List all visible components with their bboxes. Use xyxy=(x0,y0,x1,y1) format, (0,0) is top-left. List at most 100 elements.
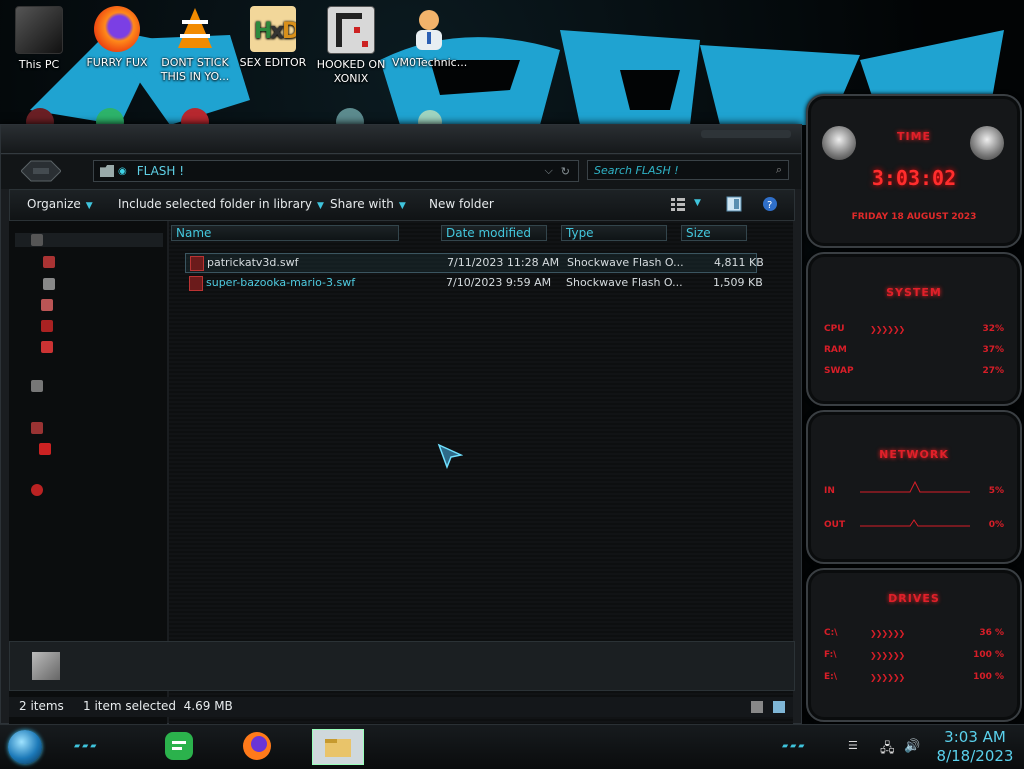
gadget-row-drive-e: E:\ ❯❯❯❯❯❯ 100 % xyxy=(824,672,1004,682)
file-date: 7/10/2023 9:59 AM xyxy=(446,276,552,289)
taskbar-clock[interactable]: 3:03 AM 8/18/2023 xyxy=(930,728,1020,766)
vlc-icon xyxy=(172,6,218,52)
share-with-button[interactable]: Share with ▼ xyxy=(330,197,406,211)
gadget-title: NETWORK xyxy=(879,448,949,461)
chevron-down-icon[interactable]: ▼ xyxy=(694,198,710,214)
organize-label: Organize xyxy=(27,197,81,211)
window-titlebar[interactable] xyxy=(1,125,801,154)
include-library-label: Include selected folder in library xyxy=(118,197,312,211)
drive-bar: ❯❯❯❯❯❯ xyxy=(870,651,905,660)
time-gadget[interactable]: TIME 3:03:02 FRIDAY 18 AUGUST 2023 xyxy=(806,94,1022,248)
new-folder-button[interactable]: New folder xyxy=(429,197,494,211)
folder-icon xyxy=(43,256,55,268)
row-label: IN xyxy=(824,486,835,496)
network-tray-icon[interactable]: 🖧 xyxy=(880,739,895,761)
folder-icon xyxy=(100,165,114,177)
file-date: 7/11/2023 11:28 AM xyxy=(447,256,560,269)
row-label: OUT xyxy=(824,520,846,530)
help-icon[interactable]: ? xyxy=(762,196,778,212)
gadget-row-drive-f: F:\ ❯❯❯❯❯❯ 100 % xyxy=(824,650,1004,660)
address-path[interactable]: FLASH ! xyxy=(137,164,545,178)
desktop-icon-firefox[interactable]: FURRY FUX xyxy=(80,4,154,70)
file-explorer-window: ◉ FLASH ! ⌵ ↻ Search FLASH ! ⌕ Organize ▼… xyxy=(0,124,802,733)
column-header-size[interactable]: Size xyxy=(681,225,747,241)
navigation-row: ◉ FLASH ! ⌵ ↻ Search FLASH ! ⌕ xyxy=(1,155,801,189)
alien-logo-icon xyxy=(822,126,856,160)
address-bar[interactable]: ◉ FLASH ! ⌵ ↻ xyxy=(93,160,579,182)
start-orb-button[interactable] xyxy=(8,730,42,764)
row-value: 100 % xyxy=(973,650,1004,660)
desktop-icon-hxd[interactable]: HxD SEX EDITOR xyxy=(236,4,310,70)
status-bar: 2 items 1 item selected 4.69 MB xyxy=(9,697,793,717)
system-gadget[interactable]: SYSTEM CPU ❯❯❯❯❯❯ 32% RAM 37% SWAP 27% xyxy=(806,252,1022,406)
organize-button[interactable]: Organize ▼ xyxy=(27,197,93,211)
large-icons-view-icon[interactable] xyxy=(773,701,785,713)
file-row[interactable]: patrickatv3d.swf 7/11/2023 11:28 AM Shoc… xyxy=(185,253,764,273)
network-gadget[interactable]: NETWORK IN 5% OUT 0% xyxy=(806,410,1022,564)
file-size: 4,811 KB xyxy=(714,256,764,269)
chevron-down-icon[interactable]: ⌵ xyxy=(544,164,552,178)
desktop-icon-label: DONT STICK THIS IN YO... xyxy=(160,56,230,83)
folder-icon xyxy=(43,278,55,290)
desktop-icon-vlc[interactable]: DONT STICK THIS IN YO... xyxy=(158,4,232,84)
row-label: C:\ xyxy=(824,628,838,638)
drive-bar: ❯❯❯❯❯❯ xyxy=(870,673,905,682)
cpu-bar: ❯❯❯❯❯❯ xyxy=(870,325,905,334)
file-type: Shockwave Flash O... xyxy=(567,256,684,269)
preview-pane-icon[interactable] xyxy=(726,196,742,212)
alien-logo-icon xyxy=(970,126,1004,160)
column-header-name[interactable]: Name xyxy=(171,225,399,241)
firefox-icon[interactable] xyxy=(240,729,274,763)
desktop-icon-this-pc[interactable]: This PC xyxy=(2,4,76,72)
desktop-icon-label: FURRY FUX xyxy=(86,56,148,69)
desktop-icon-label: VM0Technic... xyxy=(392,56,468,69)
volume-icon[interactable]: 🔊 xyxy=(904,739,920,754)
row-label: RAM xyxy=(824,345,847,355)
gadget-row-in: IN 5% xyxy=(824,480,1004,496)
refresh-icon[interactable]: ↻ xyxy=(561,165,570,178)
details-pane xyxy=(9,641,795,691)
desktop-icon-label: HOOKED ON XONIX xyxy=(316,58,386,85)
desktop-icon-xonix[interactable]: HOOKED ON XONIX xyxy=(314,4,388,86)
include-in-library-button[interactable]: Include selected folder in library ▼ xyxy=(118,197,324,211)
search-icon[interactable]: ⌕ xyxy=(776,163,782,177)
column-header-type[interactable]: Type xyxy=(561,225,667,241)
row-value: 0% xyxy=(988,520,1004,530)
gadget-row-drive-c: C:\ ❯❯❯❯❯❯ 36 % xyxy=(824,628,1004,638)
details-view-icon[interactable] xyxy=(751,701,763,713)
this-pc-icon xyxy=(15,6,63,54)
drives-gadget[interactable]: DRIVES C:\ ❯❯❯❯❯❯ 36 % F:\ ❯❯❯❯❯❯ 100 % E:\ ❯… xyxy=(806,568,1022,722)
chevron-down-icon: ▼ xyxy=(85,201,93,211)
column-header-date-modified[interactable]: Date modified xyxy=(441,225,547,241)
nav-item-favorites[interactable] xyxy=(15,233,163,247)
file-type: Shockwave Flash O... xyxy=(566,276,683,289)
show-hidden-icons-icon[interactable]: ☰ xyxy=(848,739,858,752)
svg-text:?: ? xyxy=(767,200,772,211)
clock-date: 8/18/2023 xyxy=(936,747,1014,765)
back-forward-emblem-icon[interactable] xyxy=(20,159,62,183)
file-row[interactable]: super-bazooka-mario-3.swf 7/10/2023 9:59… xyxy=(185,274,763,292)
computer-icon xyxy=(31,422,43,434)
selection-info: 1 item selected 4.69 MB xyxy=(83,699,233,713)
gadget-title: DRIVES xyxy=(888,592,940,605)
feedly-icon[interactable] xyxy=(162,729,196,763)
breadcrumb-arrow-icon[interactable]: ◉ xyxy=(118,166,127,177)
row-label: E:\ xyxy=(824,672,838,682)
mouse-cursor-icon xyxy=(437,443,464,473)
folder-icon xyxy=(41,341,53,353)
file-explorer-icon[interactable] xyxy=(312,729,364,765)
gadget-row-swap: SWAP 27% xyxy=(824,366,1004,376)
view-options-icon[interactable] xyxy=(670,196,686,212)
swf-file-icon xyxy=(190,256,204,271)
desktop-icon-vm0[interactable]: VM0Technic... xyxy=(392,4,468,70)
file-thumbnail-icon xyxy=(32,652,60,680)
game-icon xyxy=(327,6,375,54)
folder-icon xyxy=(41,320,53,332)
row-value: 37% xyxy=(982,345,1004,355)
network-out-graph xyxy=(860,519,970,527)
row-value: 27% xyxy=(982,366,1004,376)
row-value: 36 % xyxy=(979,628,1004,638)
desktop-icon-label: SEX EDITOR xyxy=(239,56,307,69)
star-icon xyxy=(31,234,43,246)
search-input[interactable]: Search FLASH ! ⌕ xyxy=(587,160,789,180)
